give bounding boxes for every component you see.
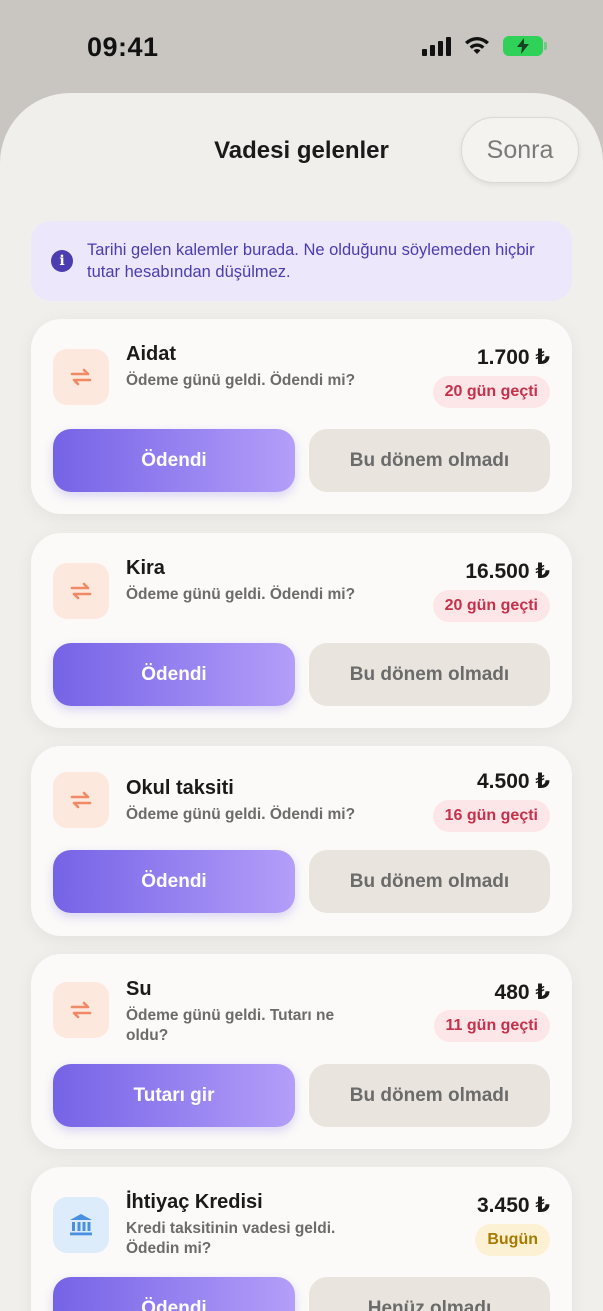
repeat-icon xyxy=(53,349,109,405)
due-item-card: İhtiyaç Kredisi Kredi taksitinin vadesi … xyxy=(31,1167,572,1311)
item-amount: 1.700 ₺ xyxy=(477,346,550,369)
cellular-signal-icon xyxy=(422,36,451,56)
repeat-icon xyxy=(53,982,109,1038)
item-amount: 480 ₺ xyxy=(494,981,550,1004)
repeat-icon xyxy=(53,772,109,828)
info-text: Tarihi gelen kalemler burada. Ne olduğun… xyxy=(87,241,535,281)
overdue-badge: 11 gün geçti xyxy=(433,1010,550,1042)
status-icons xyxy=(422,36,547,56)
item-description: Kredi taksitinin vadesi geldi. Ödedin mi… xyxy=(126,1220,336,1257)
due-item-card: Okul taksiti Ödeme günü geldi. Ödendi mi… xyxy=(31,746,572,936)
skip-period-button[interactable]: Bu dönem olmadı xyxy=(309,429,550,492)
item-name: Su xyxy=(126,978,152,1000)
paid-button[interactable]: Ödendi xyxy=(53,643,295,706)
not-yet-button[interactable]: Henüz olmadı xyxy=(309,1277,550,1311)
skip-period-button[interactable]: Bu dönem olmadı xyxy=(309,1064,550,1127)
item-name: Aidat xyxy=(126,343,176,365)
paid-button[interactable]: Ödendi xyxy=(53,1277,295,1311)
item-description: Ödeme günü geldi. Ödendi mi? xyxy=(126,372,356,389)
info-icon: i xyxy=(51,250,73,272)
item-name: Okul taksiti xyxy=(126,777,234,799)
due-item-card: Aidat Ödeme günü geldi. Ödendi mi? 1.700… xyxy=(31,319,572,514)
later-button[interactable]: Sonra xyxy=(461,117,579,183)
skip-period-button[interactable]: Bu dönem olmadı xyxy=(309,643,550,706)
paid-button[interactable]: Ödendi xyxy=(53,850,295,913)
skip-period-button[interactable]: Bu dönem olmadı xyxy=(309,850,550,913)
item-amount: 16.500 ₺ xyxy=(465,560,550,583)
sheet-header: Vadesi gelenler Sonra xyxy=(0,93,603,213)
due-today-badge: Bugün xyxy=(475,1224,550,1256)
bank-icon xyxy=(53,1197,109,1253)
item-description: Ödeme günü geldi. Ödendi mi? xyxy=(126,586,356,603)
item-amount: 4.500 ₺ xyxy=(477,770,550,793)
battery-charging-icon xyxy=(503,36,547,56)
due-item-card: Su Ödeme günü geldi. Tutarı ne oldu? 480… xyxy=(31,954,572,1149)
item-description: Ödeme günü geldi. Tutarı ne oldu? xyxy=(126,1007,335,1044)
overdue-badge: 20 gün geçti xyxy=(432,376,550,408)
wifi-icon xyxy=(465,37,489,54)
due-item-card: Kira Ödeme günü geldi. Ödendi mi? 16.500… xyxy=(31,533,572,728)
overdue-badge: 16 gün geçti xyxy=(432,800,550,832)
repeat-icon xyxy=(53,563,109,619)
status-bar: 09:41 xyxy=(0,0,603,95)
item-name: İhtiyaç Kredisi xyxy=(126,1191,263,1213)
status-time: 09:41 xyxy=(87,32,159,62)
paid-button[interactable]: Ödendi xyxy=(53,429,295,492)
item-description: Ödeme günü geldi. Ödendi mi? xyxy=(126,806,356,823)
overdue-badge: 20 gün geçti xyxy=(432,590,550,622)
enter-amount-button[interactable]: Tutarı gir xyxy=(53,1064,295,1127)
item-name: Kira xyxy=(126,557,165,579)
item-amount: 3.450 ₺ xyxy=(477,1194,550,1217)
due-items-sheet: Vadesi gelenler Sonra i Tarihi gelen kal… xyxy=(0,93,603,1311)
info-banner: i Tarihi gelen kalemler burada. Ne olduğ… xyxy=(31,221,572,301)
